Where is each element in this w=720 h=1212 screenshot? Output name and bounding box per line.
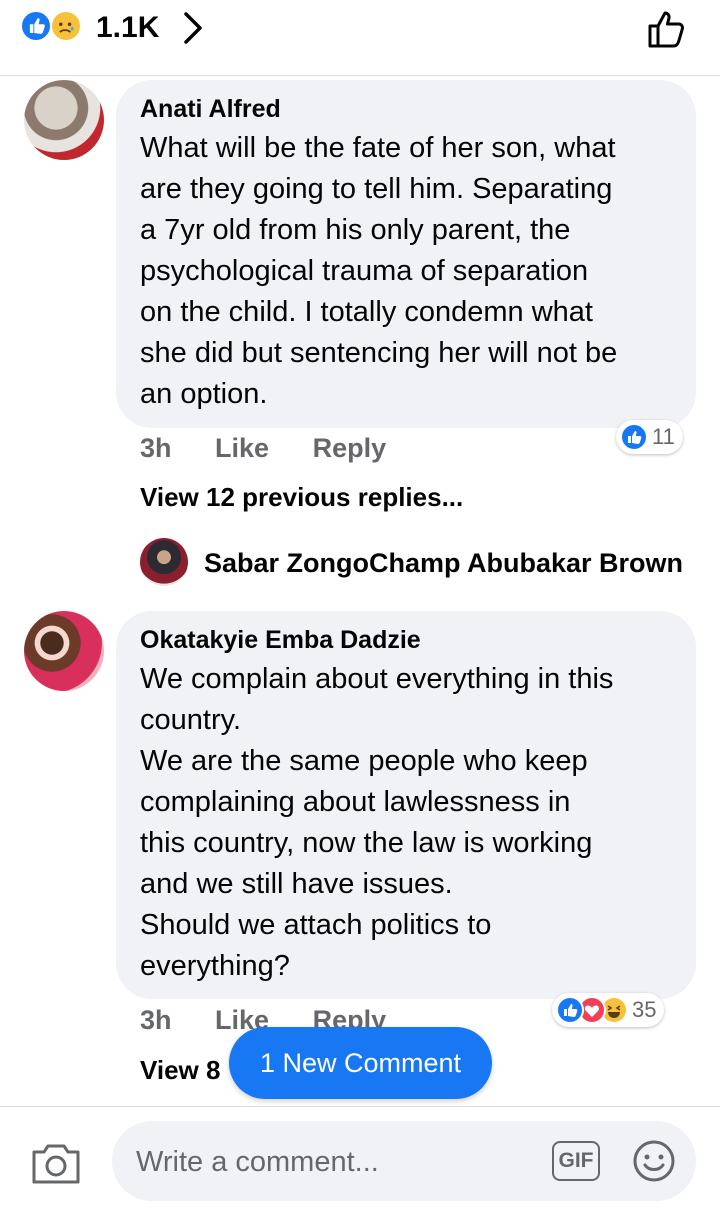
comment-bubble[interactable]: Okatakyie Emba Dadzie We complain about … [116,611,696,999]
comment-line: Should we attach politics to [140,909,492,941]
comment-line: and we still have issues. [140,868,453,900]
sad-reaction-icon [50,10,82,42]
reaction-count: 11 [652,424,675,449]
emoji-icon[interactable] [632,1139,676,1183]
comment-line: We are the same people who keep [140,745,588,777]
comment-line: everything? [140,950,290,982]
comment-line: an option. [140,378,268,410]
avatar[interactable] [24,611,104,691]
comment-line: on the child. I totally condemn what [140,296,593,328]
reaction-summary[interactable]: 11 [616,420,683,454]
chevron-right-icon[interactable] [178,8,208,48]
gif-button[interactable]: GIF [552,1141,600,1181]
comment-line: a 7yr old from his only parent, the [140,214,571,246]
comment-bubble[interactable]: Anati Alfred What will be the fate of he… [116,80,696,428]
comment-line: complaining about lawlessness in [140,786,571,818]
reply-button[interactable]: Reply [313,433,387,463]
avatar[interactable] [24,80,104,160]
like-reaction-icon [20,10,52,42]
reactions-header: 1.1K [0,0,720,76]
comment-text: What will be the fate of her son, what a… [140,128,672,415]
thumbs-up-outline-icon[interactable] [644,6,690,52]
reaction-summary[interactable]: 35 [552,993,665,1027]
comment-line: she did but sentencing her will not be [140,337,618,369]
comment-actions: 3h Like Reply [140,432,422,464]
comment-line: We complain about everything in this [140,663,614,695]
comment-line: are they going to tell him. Separating [140,173,613,205]
comment-composer: Write a comment... GIF [0,1106,720,1212]
comment-input[interactable]: Write a comment... GIF [112,1121,696,1201]
comment-line: What will be the fate of her son, what [140,132,616,164]
avatar[interactable] [140,538,188,586]
like-icon [620,423,648,451]
reaction-count[interactable]: 1.1K [96,10,159,46]
comment-time: 3h [140,1005,172,1035]
comment-input-placeholder: Write a comment... [136,1146,379,1178]
comment-text: We complain about everything in this cou… [140,659,672,987]
reaction-count: 35 [632,997,657,1022]
latest-reply-author[interactable]: Sabar ZongoChamp Abubakar Brown [204,547,683,579]
like-icon [556,996,584,1024]
like-button[interactable]: Like [215,433,269,463]
view-replies-link[interactable]: View 8 [140,1054,220,1086]
camera-icon[interactable] [30,1140,82,1186]
comment-author[interactable]: Anati Alfred [140,94,672,124]
comment-line: this country, now the law is working [140,827,593,859]
view-previous-replies-link[interactable]: View 12 previous replies... [140,481,463,513]
comment-line: country. [140,704,242,736]
new-comment-button[interactable]: 1 New Comment [229,1027,492,1099]
comment-time: 3h [140,433,172,463]
comment-author[interactable]: Okatakyie Emba Dadzie [140,625,672,655]
comment-line: psychological trauma of separation [140,255,589,287]
